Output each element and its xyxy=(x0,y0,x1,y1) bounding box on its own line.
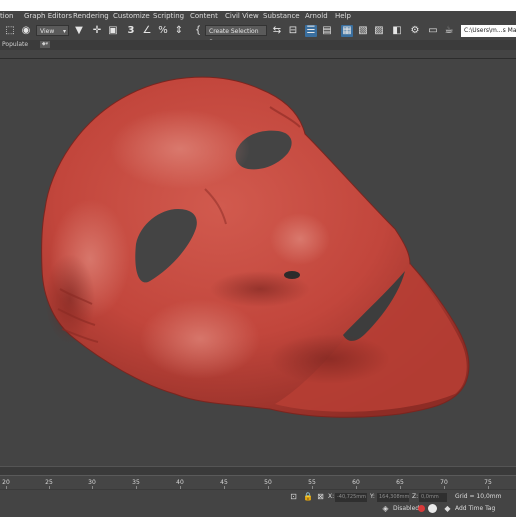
render-setup-icon[interactable]: ⚙ xyxy=(409,25,421,37)
layer-explorer-icon[interactable]: ▤ xyxy=(321,25,333,37)
y-coord-label: Y: xyxy=(370,493,375,500)
menu-bar: tion Graph Editors Rendering Customize S… xyxy=(0,11,516,22)
timeline-tick-label: 35 xyxy=(132,479,140,486)
z-coord-label: Z: xyxy=(412,493,419,500)
menu-item-customize[interactable]: Customize xyxy=(113,11,150,22)
menu-item-scripting[interactable]: Scripting xyxy=(153,11,184,22)
main-toolbar: ⬚ ◉ View ▾ ▼ ✛ ▣ 3 ∠ % ⇕ { Create Selecti… xyxy=(0,22,516,46)
mask-model xyxy=(41,76,470,418)
timeline-tick-label: 25 xyxy=(45,479,53,486)
curve-editor-icon[interactable]: ▧ xyxy=(357,25,369,37)
snap-toggle-icon[interactable]: 3 xyxy=(125,25,137,37)
timeline-tick-label: 40 xyxy=(176,479,184,486)
menu-item-content[interactable]: Content xyxy=(190,11,218,22)
reference-coordinate-dropdown[interactable]: View ▾ xyxy=(36,25,69,36)
timeline-tick-label: 65 xyxy=(396,479,404,486)
key-mode-icon[interactable] xyxy=(428,504,437,513)
select-region-icon[interactable]: ⬚ xyxy=(4,25,16,37)
add-time-tag-button[interactable]: Add Time Tag xyxy=(455,505,495,512)
timeline-tick-label: 70 xyxy=(440,479,448,486)
project-path-field[interactable]: C:\Users\m...s Max 2 xyxy=(461,25,516,37)
scene-explorer-icon[interactable]: ☰ xyxy=(305,25,317,37)
menu-item-graph-editors[interactable]: Graph Editors xyxy=(24,11,72,22)
mirror-icon[interactable]: ⇆ xyxy=(271,25,283,37)
named-selection-dropdown[interactable]: Create Selection Se xyxy=(205,25,267,46)
y-coord-field[interactable]: 164,308mm xyxy=(377,493,409,502)
grid-size-label: Grid = 10,0mm xyxy=(455,493,502,500)
tab-populate[interactable]: Populate xyxy=(2,40,28,50)
menu-item-rendering[interactable]: Rendering xyxy=(73,11,109,22)
absolute-mode-icon[interactable]: ⊠ xyxy=(316,492,325,501)
record-indicator-icon[interactable] xyxy=(418,505,425,512)
isolate-selection-icon[interactable]: ⊡ xyxy=(289,492,298,501)
timeline-tick-label: 45 xyxy=(220,479,228,486)
select-filter-icon[interactable]: ◉ xyxy=(20,25,32,37)
ribbon-options-icon[interactable]: ◆▾ xyxy=(40,41,50,48)
timeline-tick-label: 50 xyxy=(264,479,272,486)
viewport-frame xyxy=(0,50,516,58)
menu-item-civil-view[interactable]: Civil View xyxy=(225,11,259,22)
adaptive-degradation-icon[interactable]: ◈ xyxy=(381,504,390,513)
timeline-tick-label: 20 xyxy=(2,479,10,486)
perspective-viewport[interactable] xyxy=(0,58,516,467)
material-editor-icon[interactable]: ◧ xyxy=(391,25,403,37)
align-icon[interactable]: ⊟ xyxy=(287,25,299,37)
menu-item-help[interactable]: Help xyxy=(335,11,351,22)
ribbon-toggle-icon[interactable]: ▦ xyxy=(341,25,353,37)
spinner-snap-icon[interactable]: ⇕ xyxy=(173,25,185,37)
angle-snap-icon[interactable]: ∠ xyxy=(141,25,153,37)
select-manipulate-icon[interactable]: ▣ xyxy=(107,25,119,37)
percent-snap-icon[interactable]: % xyxy=(157,25,169,37)
ribbon-bar: Populate ◆▾ xyxy=(0,40,516,50)
chevron-down-icon: ▾ xyxy=(62,28,66,35)
disabled-label: Disabled: xyxy=(393,505,422,512)
time-tag-icon[interactable]: ◆ xyxy=(443,504,452,513)
timeline-ruler[interactable]: 20 25 30 35 40 45 50 55 60 65 70 75 xyxy=(0,475,516,490)
move-icon[interactable]: ✛ xyxy=(91,25,103,37)
menu-item-arnold[interactable]: Arnold xyxy=(305,11,328,22)
timeline-tick-label: 30 xyxy=(88,479,96,486)
timeline-tick-label: 55 xyxy=(308,479,316,486)
render-icon[interactable]: ☕ xyxy=(443,25,455,37)
x-coord-field[interactable]: -40,725mm xyxy=(335,493,367,502)
timeline-tick-label: 75 xyxy=(484,479,492,486)
title-strip xyxy=(0,0,516,11)
schematic-view-icon[interactable]: ▨ xyxy=(373,25,385,37)
menu-item-selection[interactable]: tion xyxy=(0,11,13,22)
pivot-center-icon[interactable]: ▼ xyxy=(73,25,85,37)
edit-named-selection-icon[interactable]: { xyxy=(192,25,204,37)
z-coord-field[interactable]: 0,0mm xyxy=(419,493,447,502)
x-coord-label: X: xyxy=(328,493,335,500)
rendered-frame-icon[interactable]: ▭ xyxy=(427,25,439,37)
timeline-tick-label: 60 xyxy=(352,479,360,486)
status-bar: ⊡ 🔒 ⊠ X: -40,725mm Y: 164,308mm Z: 0,0mm… xyxy=(0,489,516,517)
lock-icon[interactable]: 🔒 xyxy=(303,492,313,501)
menu-item-substance[interactable]: Substance xyxy=(263,11,300,22)
